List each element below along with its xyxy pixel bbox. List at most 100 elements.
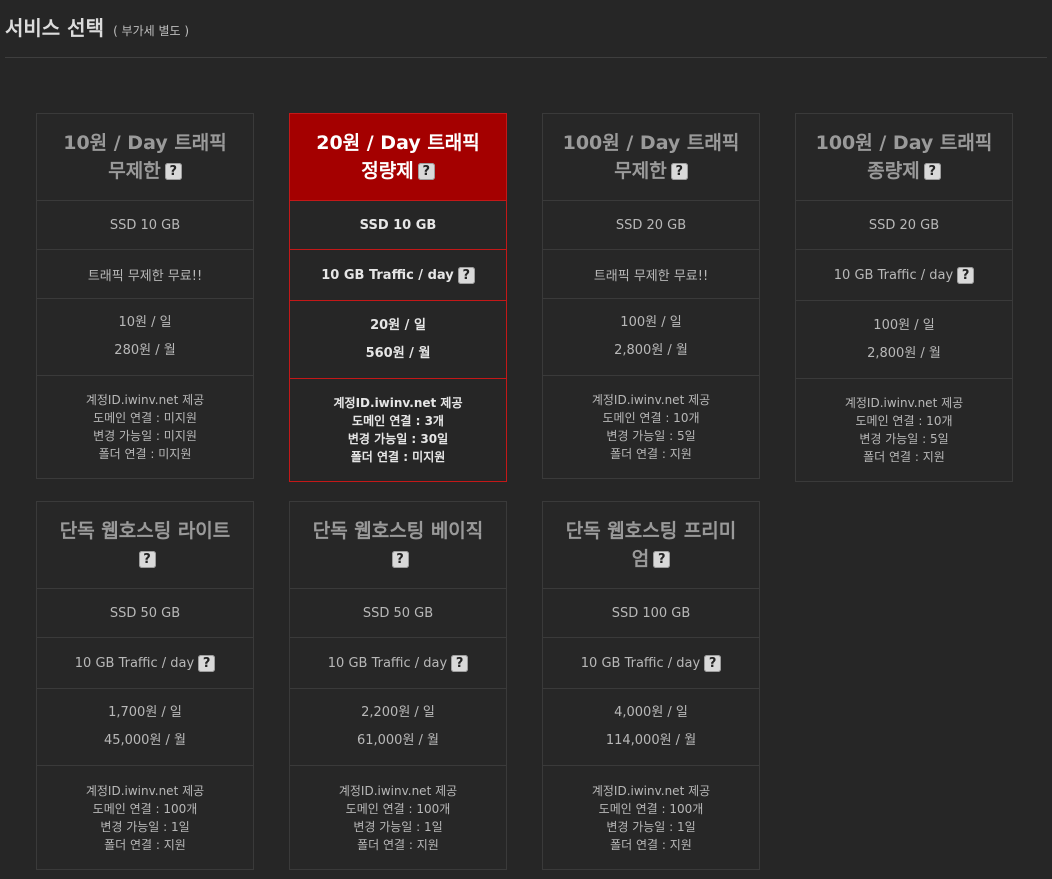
help-icon[interactable]: ?: [704, 654, 722, 672]
traffic-line: 트래픽 무제한 무료!!: [88, 265, 202, 284]
plan-name-text: 단독 웹호스팅 베이직?: [306, 517, 490, 573]
feature-item: 계정ID.iwinv.net 제공: [333, 396, 463, 410]
traffic-value: 10 GB Traffic / day: [833, 267, 954, 283]
traffic-row: 트래픽 무제한 무료!!: [37, 250, 253, 299]
plan-name-text: 10원 / Day 트래픽 무제한?: [53, 129, 237, 185]
plan-name-text: 단독 웹호스팅 프리미엄?: [559, 517, 743, 573]
plan-name-text: 20원 / Day 트래픽 정량제?: [306, 129, 490, 185]
price-monthly: 2,800원 / 월: [614, 343, 688, 358]
plan-name: 100원 / Day 트래픽 종량제?: [796, 114, 1012, 201]
feature-list: 계정ID.iwinv.net 제공 도메인 연결 : 10개 변경 가능일 : 5일…: [543, 376, 759, 478]
feature-item: 폴더 연결 : 미지원: [350, 450, 446, 464]
plan-card[interactable]: 100원 / Day 트래픽 종량제? SSD 20 GB 10 GB Traffi…: [795, 113, 1013, 482]
storage-value: SSD 100 GB: [611, 605, 691, 621]
traffic-row: 10 GB Traffic / day?: [796, 250, 1012, 301]
traffic-line: 10 GB Traffic / day?: [74, 654, 216, 672]
plan-name-text: 100원 / Day 트래픽 종량제?: [812, 129, 996, 185]
price-row: 1,700원 / 일 45,000원 / 월: [37, 689, 253, 766]
plan-name-label: 단독 웹호스팅 프리미엄: [565, 520, 737, 570]
price-monthly: 114,000원 / 월: [605, 733, 697, 748]
help-icon[interactable]: ?: [138, 551, 156, 568]
traffic-value: 10 GB Traffic / day: [74, 655, 195, 671]
traffic-line: 10 GB Traffic / day?: [580, 654, 722, 672]
storage-value: SSD 20 GB: [615, 217, 687, 233]
plan-name: 10원 / Day 트래픽 무제한?: [37, 114, 253, 201]
price-row: 2,200원 / 일 61,000원 / 월: [290, 689, 506, 766]
feature-item: 도메인 연결 : 100개: [92, 801, 198, 816]
feature-item: 폴더 연결 : 지원: [104, 837, 186, 852]
help-icon[interactable]: ?: [164, 163, 182, 180]
traffic-line: 10 GB Traffic / day?: [327, 654, 469, 672]
plan-card[interactable]: 단독 웹호스팅 라이트? SSD 50 GB 10 GB Traffic / day…: [36, 501, 254, 870]
storage-value: SSD 20 GB: [868, 217, 940, 233]
feature-item: 폴더 연결 : 지원: [863, 450, 945, 464]
feature-item: 도메인 연결 : 3개: [352, 414, 444, 428]
storage-row: SSD 100 GB: [543, 589, 759, 638]
storage-value: SSD 10 GB: [109, 217, 181, 233]
page-title: 서비스 선택: [5, 16, 104, 40]
plan-card[interactable]: 단독 웹호스팅 프리미엄? SSD 100 GB 10 GB Traffic / d…: [542, 501, 760, 870]
feature-list: 계정ID.iwinv.net 제공 도메인 연결 : 100개 변경 가능일 : 1…: [543, 766, 759, 869]
plan-name-label: 100원 / Day 트래픽 종량제: [815, 132, 993, 182]
plan-name-text: 100원 / Day 트래픽 무제한?: [559, 129, 743, 185]
price-monthly: 560원 / 월: [365, 345, 431, 361]
plan-name-label: 단독 웹호스팅 베이직: [312, 520, 484, 542]
plan-card[interactable]: 단독 웹호스팅 베이직? SSD 50 GB 10 GB Traffic / day…: [289, 501, 507, 870]
price-daily: 100원 / 일: [873, 317, 935, 333]
price-daily: 20원 / 일: [370, 317, 426, 333]
price-daily: 4,000원 / 일: [614, 705, 688, 720]
feature-item: 폴더 연결 : 미지원: [98, 447, 192, 461]
help-icon[interactable]: ?: [391, 551, 409, 568]
price-monthly: 61,000원 / 월: [356, 733, 440, 748]
plan-card[interactable]: 100원 / Day 트래픽 무제한? SSD 20 GB 트래픽 무제한 무료!!…: [542, 113, 760, 479]
feature-item: 도메인 연결 : 10개: [602, 411, 700, 425]
traffic-value: 10 GB Traffic / day: [321, 267, 454, 283]
traffic-value: 트래픽 무제한 무료!!: [593, 268, 709, 284]
price-row: 100원 / 일 2,800원 / 월: [796, 301, 1012, 379]
help-icon[interactable]: ?: [923, 163, 941, 180]
plan-card[interactable]: 20원 / Day 트래픽 정량제? SSD 10 GB 10 GB Traffic…: [289, 113, 507, 482]
help-icon[interactable]: ?: [653, 551, 671, 568]
vat-note: ( 부가세 별도 ): [113, 24, 190, 38]
price-row: 10원 / 일 280원 / 월: [37, 299, 253, 376]
help-icon[interactable]: ?: [457, 266, 475, 284]
feature-item: 계정ID.iwinv.net 제공: [591, 783, 711, 798]
help-icon[interactable]: ?: [451, 654, 469, 672]
feature-item: 변경 가능일 : 1일: [353, 819, 443, 834]
help-icon[interactable]: ?: [957, 266, 975, 284]
plan-name-label: 20원 / Day 트래픽 정량제: [316, 132, 480, 182]
price-monthly: 45,000원 / 월: [103, 733, 187, 748]
feature-list: 계정ID.iwinv.net 제공 도메인 연결 : 미지원 변경 가능일 : 미지…: [37, 376, 253, 478]
traffic-row: 10 GB Traffic / day?: [290, 638, 506, 689]
feature-item: 계정ID.iwinv.net 제공: [844, 396, 964, 410]
price-row: 4,000원 / 일 114,000원 / 월: [543, 689, 759, 766]
traffic-value: 10 GB Traffic / day: [327, 655, 448, 671]
price-monthly: 2,800원 / 월: [867, 345, 941, 361]
price-daily: 100원 / 일: [620, 315, 682, 330]
feature-item: 도메인 연결 : 100개: [345, 801, 451, 816]
traffic-row: 10 GB Traffic / day?: [543, 638, 759, 689]
feature-item: 계정ID.iwinv.net 제공: [85, 393, 205, 407]
feature-item: 도메인 연결 : 미지원: [93, 411, 197, 425]
plan-name-label: 10원 / Day 트래픽 무제한: [63, 132, 227, 182]
plan-name-label: 100원 / Day 트래픽 무제한: [562, 132, 740, 182]
price-monthly: 280원 / 월: [114, 343, 176, 358]
plan-name: 단독 웹호스팅 베이직?: [290, 502, 506, 589]
help-icon[interactable]: ?: [670, 163, 688, 180]
help-icon[interactable]: ?: [198, 654, 216, 672]
plan-name-label: 단독 웹호스팅 라이트: [59, 520, 231, 542]
storage-row: SSD 50 GB: [37, 589, 253, 638]
feature-item: 변경 가능일 : 5일: [606, 429, 696, 443]
feature-item: 폴더 연결 : 지원: [357, 837, 439, 852]
feature-list: 계정ID.iwinv.net 제공 도메인 연결 : 100개 변경 가능일 : 1…: [37, 766, 253, 869]
plan-name: 20원 / Day 트래픽 정량제?: [290, 114, 506, 201]
plan-name: 단독 웹호스팅 프리미엄?: [543, 502, 759, 589]
storage-value: SSD 50 GB: [362, 605, 434, 621]
feature-item: 변경 가능일 : 30일: [347, 432, 449, 446]
plan-card[interactable]: 10원 / Day 트래픽 무제한? SSD 10 GB 트래픽 무제한 무료!! 1…: [36, 113, 254, 479]
feature-list: 계정ID.iwinv.net 제공도메인 연결 : 3개변경 가능일 : 30일…: [290, 379, 506, 481]
traffic-value: 10 GB Traffic / day: [580, 655, 701, 671]
feature-item: 폴더 연결 : 지원: [610, 447, 692, 461]
help-icon[interactable]: ?: [417, 163, 435, 180]
storage-row: SSD 50 GB: [290, 589, 506, 638]
